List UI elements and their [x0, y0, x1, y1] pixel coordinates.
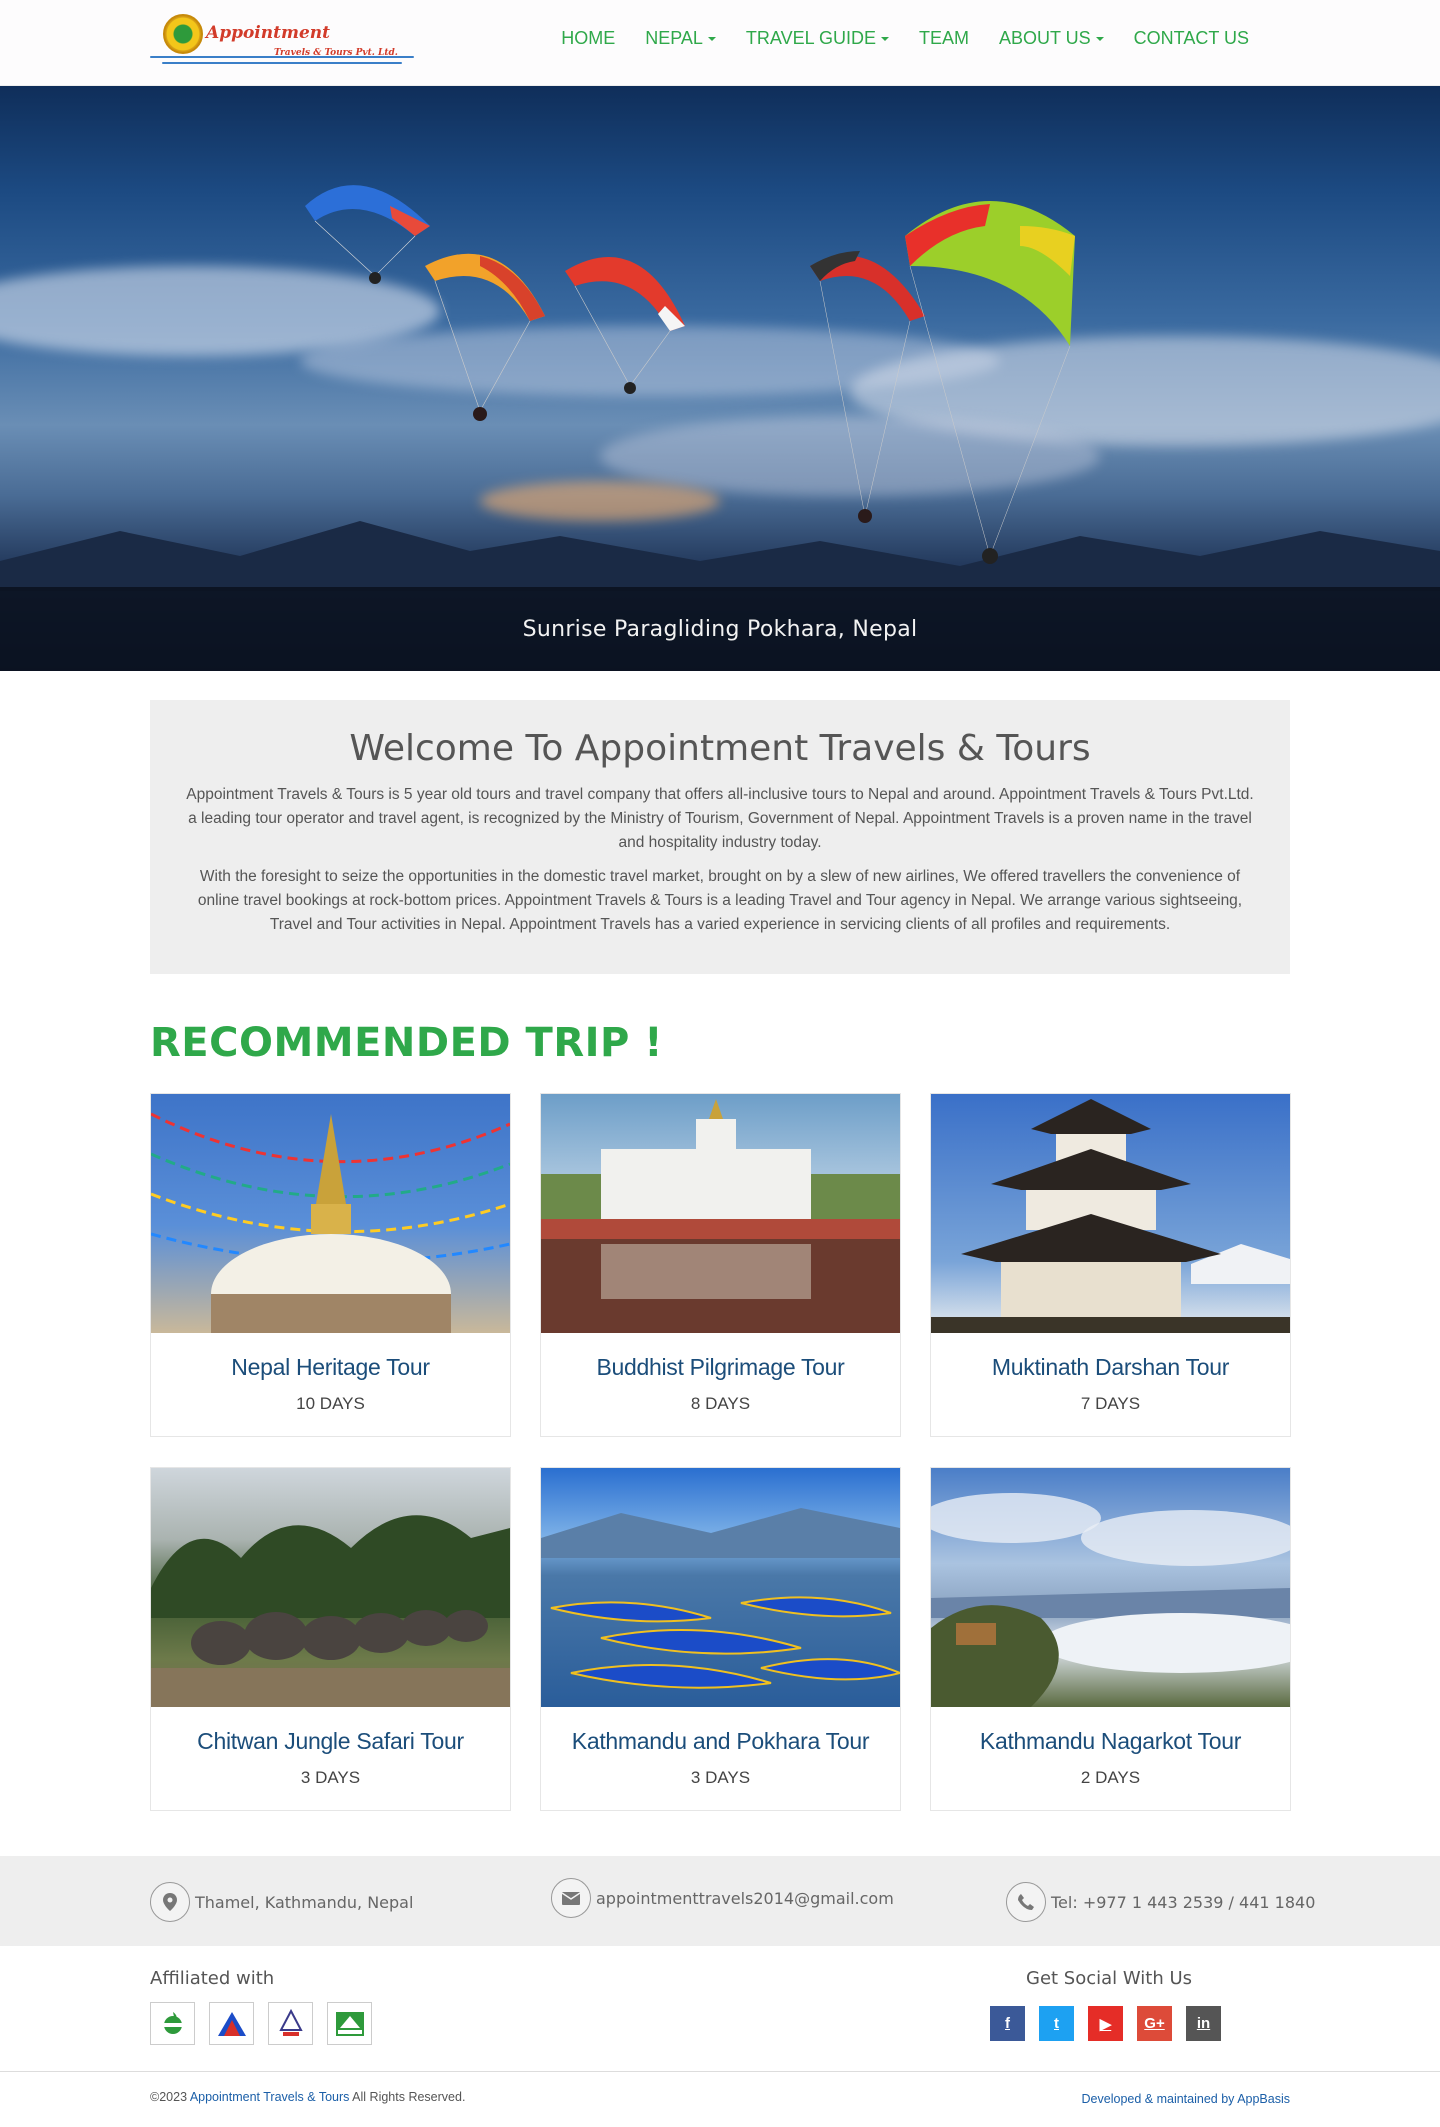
trip-card[interactable]: Buddhist Pilgrimage Tour 8 DAYS	[540, 1093, 901, 1437]
developer-credit: Developed & maintained by AppBasis	[1082, 2092, 1290, 2106]
trip-duration: 3 DAYS	[300, 1768, 361, 1787]
logo-underline	[162, 62, 402, 64]
trip-card[interactable]: Muktinath Darshan Tour 7 DAYS	[930, 1093, 1291, 1437]
copyright-link[interactable]: Appointment Travels & Tours	[190, 2090, 350, 2104]
trip-card[interactable]: Kathmandu Nagarkot Tour 2 DAYS	[930, 1467, 1291, 1811]
valley-image	[931, 1493, 1290, 1707]
welcome-paragraph: Appointment Travels & Tours is 5 year ol…	[186, 786, 1254, 851]
google-plus-icon[interactable]: G+	[1137, 2006, 1172, 2041]
nav-label: NEPAL	[645, 28, 703, 48]
trip-image[interactable]	[931, 1468, 1290, 1707]
copyright: ©2023 Appointment Travels & Tours All Ri…	[150, 2090, 465, 2104]
trip-card[interactable]: Nepal Heritage Tour 10 DAYS	[150, 1093, 511, 1437]
social-links: f t ▶ G+ in	[990, 2006, 1221, 2041]
hero-caption: Sunrise Paragliding Pokhara, Nepal	[522, 616, 918, 642]
phone-text[interactable]: Tel: +977 1 443 2539 / 441 1840	[1051, 1893, 1315, 1912]
email-text[interactable]: appointmenttravels2014@gmail.com	[596, 1889, 894, 1908]
hero-caption-bar: Sunrise Paragliding Pokhara, Nepal	[0, 587, 1440, 671]
affiliate-logo[interactable]	[150, 2002, 195, 2045]
affiliated-title: Affiliated with	[150, 1968, 275, 1989]
nav-home[interactable]: HOME	[546, 28, 630, 49]
map-marker-icon	[150, 1882, 190, 1922]
nav-team[interactable]: TEAM	[904, 28, 984, 49]
contact-email[interactable]: appointmenttravels2014@gmail.com	[551, 1878, 894, 1918]
stupa-image	[151, 1112, 510, 1333]
twitter-icon[interactable]: t	[1039, 2006, 1074, 2041]
developer-link[interactable]: Developed & maintained by AppBasis	[1082, 2092, 1290, 2106]
pagoda-image	[931, 1099, 1290, 1333]
paraglider	[565, 257, 685, 394]
logo-emblem-icon	[163, 14, 203, 54]
navbar: Appointment Travels & Tours Pvt. Ltd. HO…	[0, 0, 1440, 86]
affiliate-emblem-icon	[162, 2011, 183, 2034]
youtube-icon[interactable]: ▶	[1088, 2006, 1123, 2041]
affiliate-emblem-icon	[217, 2011, 246, 2036]
trip-duration: 2 DAYS	[1080, 1768, 1141, 1787]
trip-image[interactable]	[541, 1094, 900, 1333]
temple-image	[541, 1099, 900, 1333]
trip-duration: 3 DAYS	[690, 1768, 751, 1787]
affiliated-logos	[150, 2002, 372, 2045]
trip-image[interactable]	[931, 1094, 1290, 1333]
brand-name: Appointment	[206, 23, 330, 43]
nav-about-us[interactable]: ABOUT US	[984, 28, 1119, 49]
affiliate-emblem-icon	[278, 2008, 303, 2036]
recommended-title: RECOMMENDED TRIP !	[150, 1020, 664, 1066]
mountain-silhouette	[0, 521, 1440, 591]
main-nav: HOME NEPAL TRAVEL GUIDE TEAM ABOUT US CO…	[546, 28, 1264, 49]
brand-logo[interactable]: Appointment Travels & Tours Pvt. Ltd.	[150, 12, 414, 68]
paraglider	[905, 201, 1075, 564]
contact-address: Thamel, Kathmandu, Nepal	[150, 1882, 413, 1922]
welcome-section: Welcome To Appointment Travels & Tours A…	[150, 700, 1290, 974]
nav-label: TEAM	[918, 28, 969, 48]
trip-image[interactable]	[151, 1094, 510, 1333]
facebook-icon[interactable]: f	[990, 2006, 1025, 2041]
nav-label: CONTACT US	[1133, 28, 1249, 48]
nav-label: HOME	[561, 28, 616, 48]
trip-title[interactable]: Nepal Heritage Tour	[151, 1354, 510, 1381]
boats-image	[541, 1508, 900, 1689]
nav-label: ABOUT US	[998, 28, 1091, 48]
trip-title[interactable]: Chitwan Jungle Safari Tour	[151, 1728, 510, 1755]
linkedin-icon[interactable]: in	[1186, 2006, 1221, 2041]
contact-phone[interactable]: Tel: +977 1 443 2539 / 441 1840	[1006, 1882, 1315, 1922]
address-text: Thamel, Kathmandu, Nepal	[195, 1892, 414, 1912]
caret-down-icon	[880, 36, 889, 41]
affiliate-logo[interactable]	[209, 2002, 254, 2045]
trip-card[interactable]: Chitwan Jungle Safari Tour 3 DAYS	[150, 1467, 511, 1811]
social-title: Get Social With Us	[1026, 1968, 1193, 1989]
welcome-title: Welcome To Appointment Travels & Tours	[349, 728, 1091, 769]
trip-title[interactable]: Muktinath Darshan Tour	[931, 1354, 1290, 1381]
trip-title[interactable]: Buddhist Pilgrimage Tour	[541, 1354, 900, 1381]
trip-duration: 8 DAYS	[690, 1394, 751, 1413]
affiliate-logo[interactable]	[327, 2002, 372, 2045]
trip-title[interactable]: Kathmandu Nagarkot Tour	[931, 1728, 1290, 1755]
logo-underline	[150, 56, 414, 58]
paraglider	[425, 253, 545, 421]
trip-card[interactable]: Kathmandu and Pokhara Tour 3 DAYS	[540, 1467, 901, 1811]
footer-divider	[0, 2071, 1440, 2072]
contact-bar: Thamel, Kathmandu, Nepal appointmenttrav…	[0, 1856, 1440, 1946]
trip-title[interactable]: Kathmandu and Pokhara Tour	[541, 1728, 900, 1755]
nav-label: TRAVEL GUIDE	[745, 28, 876, 48]
phone-icon	[1006, 1882, 1046, 1922]
hero-slider[interactable]: Sunrise Paragliding Pokhara, Nepal	[0, 86, 1440, 671]
trip-duration: 7 DAYS	[1080, 1394, 1141, 1413]
copyright-suffix: All Rights Reserved.	[349, 2090, 466, 2104]
affiliate-emblem-icon	[335, 2011, 364, 2036]
nav-travel-guide[interactable]: TRAVEL GUIDE	[731, 28, 904, 49]
trip-image[interactable]	[151, 1468, 510, 1707]
envelope-icon	[551, 1878, 591, 1918]
caret-down-icon	[1095, 36, 1104, 41]
copyright-prefix: ©2023	[150, 2090, 190, 2104]
welcome-paragraph: With the foresight to seize the opportun…	[197, 868, 1243, 933]
nav-contact-us[interactable]: CONTACT US	[1119, 28, 1264, 49]
trip-duration: 10 DAYS	[296, 1394, 365, 1413]
caret-down-icon	[707, 36, 716, 41]
nav-nepal[interactable]: NEPAL	[630, 28, 731, 49]
elephants-image	[151, 1515, 510, 1707]
affiliate-logo[interactable]	[268, 2002, 313, 2045]
trip-image[interactable]	[541, 1468, 900, 1707]
